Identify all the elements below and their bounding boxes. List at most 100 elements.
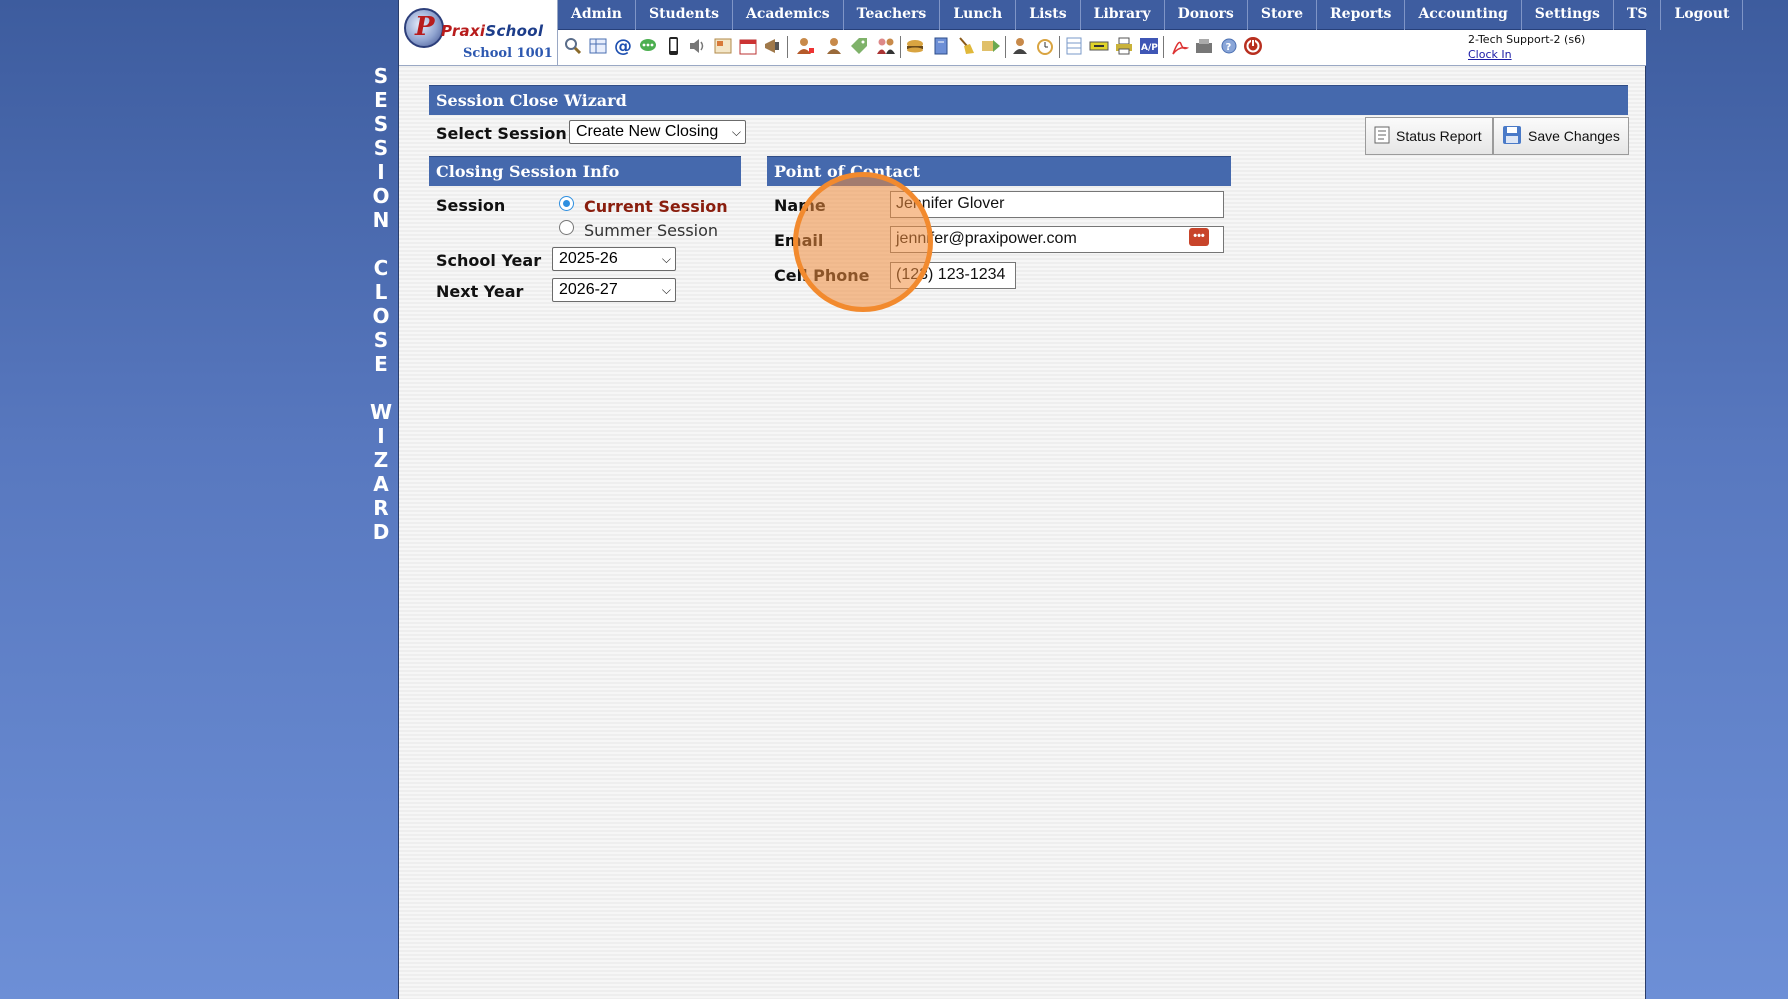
email-label: Email bbox=[774, 231, 824, 250]
chevron-down-icon: ⌵ bbox=[731, 125, 741, 139]
megaphone-icon[interactable] bbox=[763, 36, 783, 56]
save-changes-button[interactable]: Save Changes bbox=[1493, 117, 1629, 155]
logo[interactable]: P PraxiSchool School 1001 bbox=[399, 0, 558, 66]
side-title-letter: E bbox=[374, 352, 388, 376]
cash-register-icon[interactable] bbox=[1194, 36, 1214, 56]
mobile-phone-icon[interactable] bbox=[663, 36, 683, 56]
select-session-dropdown[interactable]: Create New Closing ⌵ bbox=[569, 120, 746, 144]
email-field[interactable]: jennifer@praxipower.com bbox=[890, 226, 1224, 253]
report-icon bbox=[1374, 126, 1390, 147]
menu-library[interactable]: Library bbox=[1081, 0, 1165, 30]
student-add-icon[interactable] bbox=[795, 36, 815, 56]
wizard-header: Session Close Wizard bbox=[429, 85, 1628, 115]
svg-text:A/P: A/P bbox=[1141, 43, 1158, 53]
name-label: Name bbox=[774, 196, 826, 215]
closing-info-header: Closing Session Info bbox=[429, 156, 741, 186]
side-title-letter: L bbox=[374, 280, 388, 304]
tag-icon[interactable] bbox=[849, 36, 869, 56]
calendar-grid-icon[interactable] bbox=[588, 36, 608, 56]
side-title-letter: O bbox=[372, 184, 390, 208]
clock-in-link[interactable]: Clock In bbox=[1468, 48, 1512, 61]
school-year-dropdown[interactable]: 2025-26 ⌵ bbox=[552, 247, 676, 271]
radio-current-session[interactable] bbox=[559, 196, 574, 211]
main-panel: P PraxiSchool School 1001 Admin Students… bbox=[398, 0, 1744, 999]
menu-lunch[interactable]: Lunch bbox=[940, 0, 1017, 30]
ticket-icon[interactable] bbox=[1089, 36, 1109, 56]
summer-session-label[interactable]: Summer Session bbox=[584, 221, 718, 240]
side-title-letter: S bbox=[373, 136, 389, 160]
logo-mark-icon: P bbox=[404, 8, 444, 48]
student-icon[interactable] bbox=[824, 36, 844, 56]
accounts-payable-icon[interactable]: A/P bbox=[1139, 36, 1159, 56]
school-name: School 1001 bbox=[463, 46, 553, 61]
menu-settings[interactable]: Settings bbox=[1522, 0, 1614, 30]
side-title-letter: W bbox=[369, 400, 393, 424]
side-title-letter: R bbox=[373, 496, 389, 520]
svg-text:?: ? bbox=[1226, 42, 1232, 53]
broom-icon[interactable] bbox=[956, 36, 976, 56]
menu-students[interactable]: Students bbox=[636, 0, 733, 30]
search-icon[interactable] bbox=[563, 36, 583, 56]
floppy-disk-icon bbox=[1502, 125, 1522, 148]
chat-icon[interactable] bbox=[638, 36, 658, 56]
at-sign-icon[interactable]: @ bbox=[613, 36, 633, 57]
side-title-letter: E bbox=[374, 88, 388, 112]
menu-logout[interactable]: Logout bbox=[1661, 0, 1744, 30]
clock-icon[interactable] bbox=[1035, 36, 1055, 56]
menu-admin[interactable]: Admin bbox=[558, 0, 636, 30]
calendar-icon[interactable] bbox=[738, 36, 758, 56]
side-title-letter: C bbox=[373, 256, 389, 280]
status-report-button[interactable]: Status Report bbox=[1365, 117, 1493, 155]
menu-accounting[interactable]: Accounting bbox=[1405, 0, 1522, 30]
side-title: S E S S I O N C L O S E W I Z A R D bbox=[366, 64, 396, 544]
session-label: Session bbox=[436, 196, 506, 215]
side-title-letter: O bbox=[372, 304, 390, 328]
menu-store[interactable]: Store bbox=[1248, 0, 1318, 30]
more-dots-icon[interactable]: ••• bbox=[1189, 228, 1209, 246]
menu-teachers[interactable]: Teachers bbox=[844, 0, 941, 30]
select-session-label: Select Session bbox=[436, 124, 567, 143]
side-title-letter: D bbox=[372, 520, 390, 544]
side-title-letter: A bbox=[373, 472, 389, 496]
school-year-label: School Year bbox=[436, 251, 542, 270]
cell-phone-label: Cell Phone bbox=[774, 266, 870, 285]
printer-icon[interactable] bbox=[1114, 36, 1134, 56]
logo-text: PraxiSchool bbox=[441, 22, 544, 40]
menu-reports[interactable]: Reports bbox=[1317, 0, 1406, 30]
user-label: 2-Tech Support-2 (s6) bbox=[1468, 33, 1586, 46]
current-session-label[interactable]: Current Session bbox=[584, 197, 728, 216]
pdf-icon[interactable] bbox=[1169, 36, 1190, 56]
chevron-down-icon: ⌵ bbox=[661, 283, 671, 297]
side-title-letter: S bbox=[373, 328, 389, 352]
side-title-letter: I bbox=[377, 424, 385, 448]
side-title-letter: S bbox=[373, 64, 389, 88]
spreadsheet-icon[interactable] bbox=[1064, 36, 1084, 56]
contact-header: Point of Contact bbox=[767, 156, 1231, 186]
teacher-icon[interactable] bbox=[1010, 36, 1030, 56]
side-title-letter: I bbox=[377, 160, 385, 184]
menu-academics[interactable]: Academics bbox=[733, 0, 844, 30]
name-field[interactable]: Jennifer Glover bbox=[890, 191, 1224, 218]
lunch-icon[interactable] bbox=[905, 36, 925, 56]
side-title-letter: S bbox=[373, 112, 389, 136]
menu-ts[interactable]: TS bbox=[1614, 0, 1662, 30]
cell-phone-field[interactable]: (123) 123-1234 bbox=[890, 262, 1016, 289]
next-year-dropdown[interactable]: 2026-27 ⌵ bbox=[552, 278, 676, 302]
power-icon[interactable] bbox=[1243, 36, 1263, 56]
side-title-letter: Z bbox=[373, 448, 389, 472]
menu-lists[interactable]: Lists bbox=[1016, 0, 1081, 30]
newsletter-icon[interactable] bbox=[713, 36, 733, 56]
menu-donors[interactable]: Donors bbox=[1165, 0, 1248, 30]
chevron-down-icon: ⌵ bbox=[661, 252, 671, 266]
parents-icon[interactable] bbox=[876, 36, 896, 56]
side-title-letter: N bbox=[372, 208, 390, 232]
next-year-label: Next Year bbox=[436, 282, 524, 301]
svg-text:@: @ bbox=[614, 36, 632, 56]
forward-icon[interactable] bbox=[981, 36, 1001, 56]
radio-summer-session[interactable] bbox=[559, 220, 574, 235]
toolbar: @ A/P ? 2-Tech Support-2 (s6) Clock In bbox=[558, 30, 1646, 66]
help-icon[interactable]: ? bbox=[1219, 36, 1239, 56]
notebook-icon[interactable] bbox=[931, 36, 951, 56]
speaker-icon[interactable] bbox=[688, 36, 708, 56]
main-menu: Admin Students Academics Teachers Lunch … bbox=[558, 0, 1744, 30]
